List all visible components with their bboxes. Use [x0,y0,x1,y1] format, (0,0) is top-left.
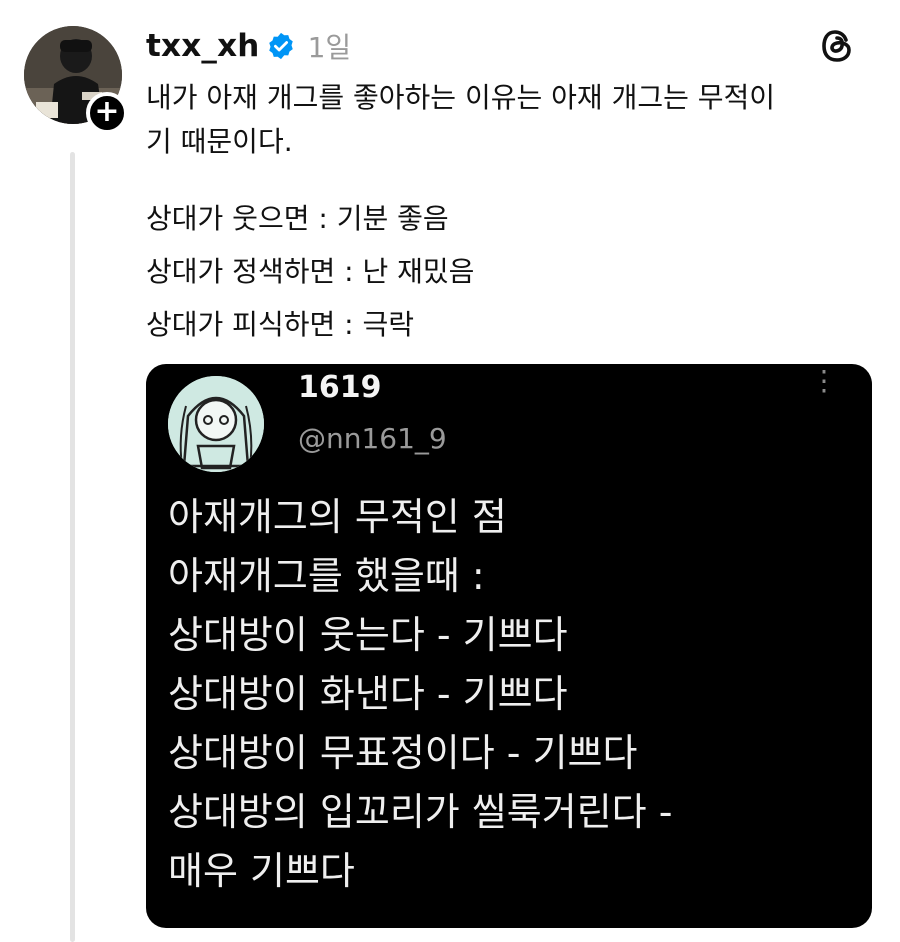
embed-display-name: 1619 [298,370,382,405]
plus-icon: + [94,94,120,129]
post-text: 내가 아재 개그를 좋아하는 이유는 아재 개그는 무적이 기 때문이다. [146,76,876,164]
reaction-line: 상대가 정색하면 : 난 재밌음 [146,255,475,288]
embed-text-line: 아재개그를 했을때 : [168,554,485,598]
embed-text-line: 매우 기쁘다 [168,849,355,893]
embed-text: 아재개그의 무적인 점 아재개그를 했을때 : 상대방이 웃는다 - 기쁘다 상… [168,488,858,901]
embed-text-line: 상대방의 입꼬리가 씰룩거린다 - [168,790,673,834]
reaction-list: 상대가 웃으면 : 기분 좋음 상대가 정색하면 : 난 재밌음 상대가 피식하… [146,192,876,351]
reaction-line: 상대가 피식하면 : 극락 [146,308,414,341]
thread-line [70,152,75,942]
reaction-line: 상대가 웃으면 : 기분 좋음 [146,202,449,235]
post-body: 내가 아재 개그를 좋아하는 이유는 아재 개그는 무적이 기 때문이다. 상대… [146,76,876,351]
embed-text-line: 상대방이 웃는다 - 기쁘다 [168,613,568,657]
embed-text-line: 상대방이 무표정이다 - 기쁘다 [168,731,638,775]
embed-avatar [168,376,264,472]
post-text-line: 기 때문이다. [146,125,293,158]
post-text-line: 내가 아재 개그를 좋아하는 이유는 아재 개그는 무적이 [146,81,776,114]
more-vertical-icon: ⋮ [810,364,838,397]
follow-button[interactable]: + [86,92,128,134]
embed-text-line: 상대방이 화낸다 - 기쁘다 [168,672,568,716]
post-header: txx_xh 1일 [146,24,351,68]
threads-logo-icon[interactable] [818,26,858,66]
username[interactable]: txx_xh [146,28,260,64]
embed-avatar-drawing [168,376,264,472]
post-time[interactable]: 1일 [308,26,352,66]
embedded-image[interactable]: 1619 @nn161_9 ⋮ 아재개그의 무적인 점 아재개그를 했을때 : … [146,364,872,928]
verified-badge-icon [268,32,293,60]
embed-handle: @nn161_9 [298,422,447,455]
embed-text-line: 아재개그의 무적인 점 [168,495,507,539]
